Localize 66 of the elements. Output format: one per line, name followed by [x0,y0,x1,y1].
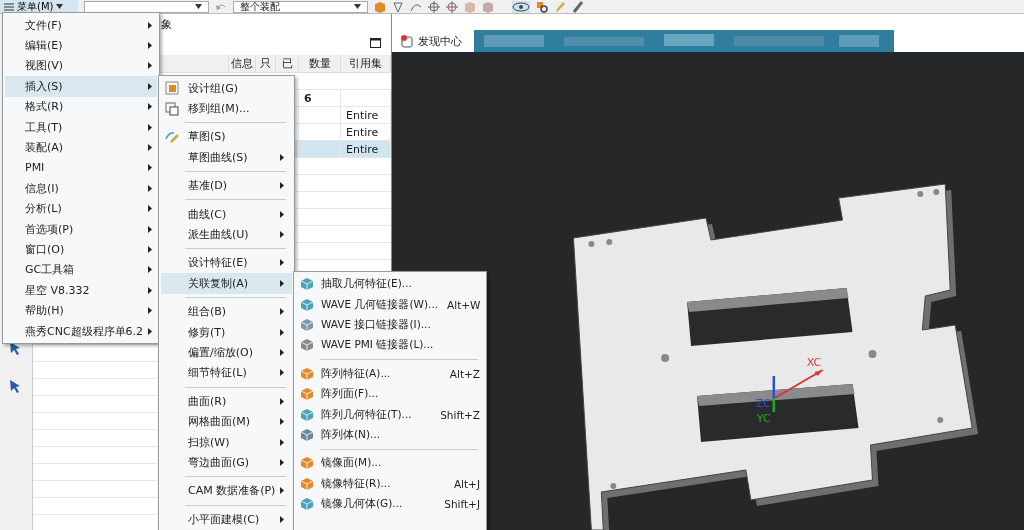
shortcut-text: Alt+W [447,298,481,311]
axis-label: XC [806,356,822,369]
shortcut-text: Shift+Z [440,408,480,421]
menu-item[interactable]: 关联复制(A) [161,273,292,294]
menu-item[interactable]: 镜像几何体(G)... Shift+J [296,493,484,515]
menu-item[interactable]: 草图曲线(S) [161,147,292,168]
menu-item[interactable]: 扫掠(W) [161,431,292,453]
shortcut-text: Alt+J [453,477,480,490]
menu-item[interactable]: 偏置/缩放(O) [161,342,292,363]
menu-item[interactable]: 视图(V) [5,55,157,77]
menu-item[interactable]: 移到组(M)... [161,98,292,119]
column-header[interactable]: 已 [276,55,299,72]
menu-item[interactable]: 细节特征(L) [161,362,292,384]
column-header[interactable]: 引用集 [341,55,391,72]
reference-set-cell: Entire [346,142,379,156]
menu-item[interactable]: 编辑(E) [5,35,157,56]
menu-item[interactable]: 镜像面(M)... [296,453,484,474]
menu-item[interactable]: WAVE PMI 链接器(L)... [296,335,484,356]
column-header[interactable]: 信息 [229,55,256,72]
menu-item[interactable]: 文件(F) [5,15,157,36]
menu-item[interactable]: 阵列面(F)... [296,383,484,405]
menu-item[interactable]: 帮助(H) [5,300,157,321]
menu-item[interactable]: 曲面(R) [161,391,292,412]
menu-item[interactable]: 组合(B) [161,301,292,322]
menu-item[interactable]: 阵列几何特征(T)... Shift+Z [296,404,484,425]
menu-item[interactable]: 抽取几何特征(E)... [296,274,484,295]
menu-item[interactable]: 阵列特征(A)... Alt+Z [296,363,484,384]
menu-item[interactable]: 草图(S) [161,126,292,148]
reference-set-cell: Entire [346,108,379,122]
menu-item[interactable]: CAM 数据准备(P) [161,480,292,502]
menu-item[interactable]: 修剪(T) [161,321,292,343]
menu-item[interactable]: 信息(I) [5,178,157,199]
menu-item[interactable]: 网格曲面(M) [161,411,292,432]
menu-item[interactable]: 燕秀CNC超级程序单6.2 [5,320,157,342]
menu-item[interactable]: 小平面建模(C) [161,509,292,530]
axis-label: ZC [755,397,771,410]
shortcut-text: Shift+J [444,498,480,511]
menu-item[interactable]: 插入(S) [5,76,157,97]
assembly-dropdown[interactable]: 整个装配 [233,0,368,13]
discovery-tab[interactable]: 发现中心 [394,30,468,52]
menu-item[interactable]: WAVE 几何链接器(W)... Alt+W [296,294,484,315]
quantity-cell: 6 [304,91,312,105]
menu-item[interactable]: 窗口(O) [5,239,157,260]
reference-set-cell: Entire [346,125,379,139]
menu-item[interactable]: 镜像特征(R)... Alt+J [296,473,484,494]
panel-title: 象 [161,16,172,32]
menu-item[interactable]: PMI [5,157,157,179]
menu-item[interactable]: 设计特征(E) [161,252,292,274]
menu-item[interactable]: 设计组(G) [161,78,292,99]
axis-label: YC [756,412,771,425]
menu-item[interactable]: 工具(T) [5,116,157,138]
menu-item[interactable]: 首选项(P) [5,218,157,240]
column-header[interactable]: 只 [256,55,276,72]
column-header[interactable]: 数量 [299,55,341,72]
menu-item[interactable]: 星空 V8.332 [5,280,157,301]
menu-item[interactable]: 弯边曲面(G) [161,452,292,473]
menu-item[interactable]: 装配(A) [5,137,157,158]
menu-item[interactable]: 格式(R) [5,96,157,117]
menu-item[interactable]: WAVE 接口链接器(I)... [296,314,484,336]
menu-item[interactable]: 派生曲线(U) [161,224,292,245]
menu-item[interactable]: GC工具箱 [5,259,157,281]
menu-item[interactable]: 基准(D) [161,175,292,196]
shortcut-text: Alt+Z [449,367,480,380]
menu-item[interactable]: 阵列体(N)... [296,424,484,446]
menu-item[interactable]: 分析(L) [5,198,157,219]
menu-item[interactable]: 曲线(C) [161,203,292,225]
